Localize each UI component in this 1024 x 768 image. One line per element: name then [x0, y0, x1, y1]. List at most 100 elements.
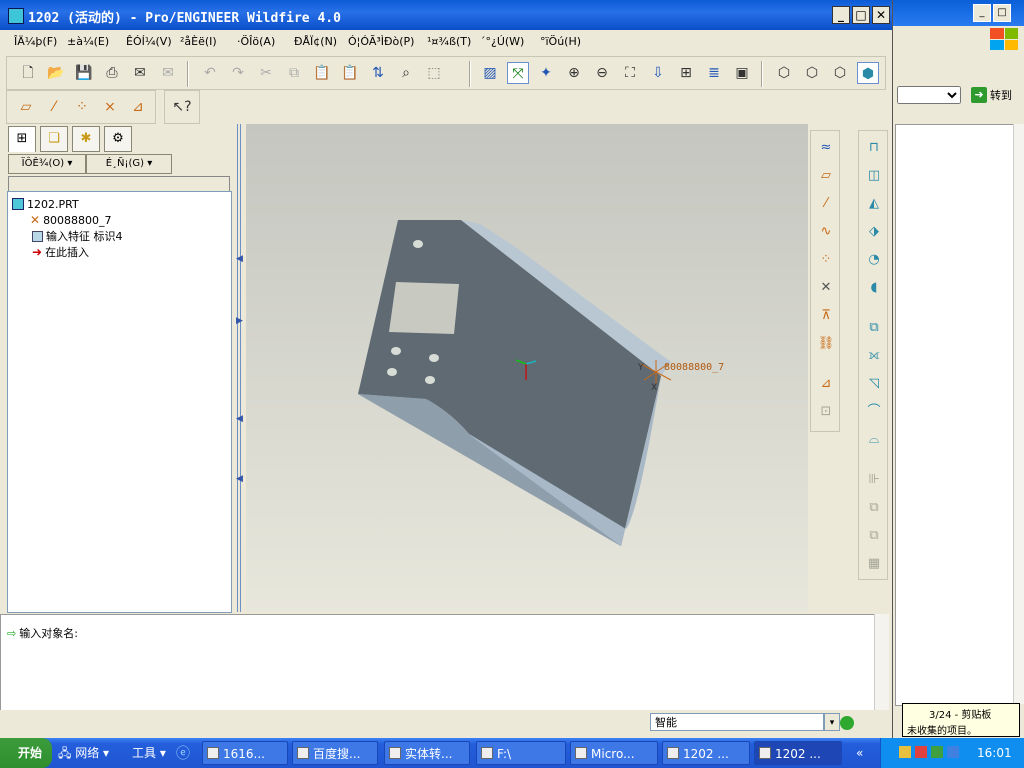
wireframe-icon[interactable]: ⬡ [773, 62, 795, 84]
tools-toolbar[interactable]: 工具 ▾ [132, 744, 166, 761]
taskbar-item-baidu[interactable]: 百度搜... [292, 741, 378, 765]
clock[interactable]: 16:01 [977, 746, 1012, 760]
browser-scrollbar[interactable] [1013, 124, 1024, 704]
hidden-line-icon[interactable]: ⬡ [801, 62, 823, 84]
print-icon[interactable]: ⎙ [101, 62, 123, 84]
plane-icon[interactable]: ▱ [815, 165, 837, 187]
offset-icon[interactable]: ⧉ [863, 317, 885, 339]
tree-item-part[interactable]: 1202.PRT [12, 196, 79, 212]
tray-icon[interactable] [915, 746, 927, 758]
menu-view[interactable]: ÊÓÍ¼(V) [126, 35, 172, 48]
tab-connections-icon[interactable]: ⚙ [104, 126, 132, 152]
select-box-icon[interactable]: ⬚ [423, 62, 445, 84]
layers-icon[interactable]: ≣ [703, 62, 725, 84]
sketched-curve-icon[interactable]: ≈ [815, 137, 837, 159]
background-minimize-button[interactable]: _ [973, 4, 991, 22]
taskbar-item-solid[interactable]: 实体转... [384, 741, 470, 765]
chain-icon[interactable]: ⛓ [815, 333, 837, 355]
ie-quicklaunch-icon[interactable]: ⓔ [176, 743, 190, 763]
datum-csys-icon[interactable]: ⨯ [99, 96, 121, 118]
menu-window[interactable]: ´°¿Ú(W) [480, 35, 524, 48]
curve-icon[interactable]: ∿ [815, 221, 837, 243]
cut-icon[interactable]: ✂ [255, 62, 277, 84]
taskbar-item-1202-a[interactable]: 1202 ... [662, 741, 750, 765]
graphics-viewport[interactable]: 80088800_7 Y X [246, 124, 808, 612]
merge-gray-icon[interactable]: ⧉ [863, 497, 885, 519]
minimize-button[interactable]: _ [832, 6, 850, 24]
flat-icon[interactable]: ◫ [863, 165, 885, 187]
shading-icon[interactable]: ⬢ [857, 62, 879, 84]
tray-icon[interactable] [931, 746, 943, 758]
repaint-icon[interactable]: ▨ [479, 62, 501, 84]
csys-icon[interactable]: ✕ [815, 277, 837, 299]
tree-item-import-feature[interactable]: 输入特征 标识4 [32, 228, 123, 244]
new-icon[interactable]: 🗋 [17, 62, 39, 84]
paste-icon[interactable]: 📋 [311, 62, 333, 84]
find-icon[interactable]: ⌕ [395, 62, 417, 84]
datum-axis-icon[interactable]: ⁄ [43, 96, 65, 118]
menu-help[interactable]: °ïÖú(H) [540, 35, 581, 48]
taskbar-item-microsoft[interactable]: Micro... [570, 741, 658, 765]
wall-icon[interactable]: ⊓ [863, 137, 885, 159]
rip-icon[interactable]: ⟗ [863, 345, 885, 367]
maximize-button[interactable]: □ [852, 6, 870, 24]
tree-item-insert-here[interactable]: ➜ 在此插入 [32, 244, 89, 260]
save-icon[interactable]: 💾 [73, 62, 95, 84]
extrude-icon[interactable]: ⬗ [863, 221, 885, 243]
selection-filter-dropdown[interactable]: 智能 [650, 713, 824, 731]
menu-analysis[interactable]: ·ÖÎö(A) [237, 35, 275, 48]
flatten-icon[interactable]: ⌓ [863, 429, 885, 451]
tab-model-tree-icon[interactable]: ⊞ [8, 126, 36, 152]
menu-edit[interactable]: ±à¼­(E) [67, 35, 109, 48]
background-maximize-button[interactable]: □ [993, 4, 1011, 22]
menu-tools[interactable]: ¹¤¾ß(T) [427, 35, 471, 48]
redo-icon[interactable]: ↷ [227, 62, 249, 84]
undo-icon[interactable]: ↶ [199, 62, 221, 84]
collapse-arrow-icon[interactable]: ◀ [236, 254, 243, 264]
email-link-icon[interactable]: ✉ [157, 62, 179, 84]
copy-icon[interactable]: ⧉ [283, 62, 305, 84]
view-manager-icon[interactable]: ▣ [731, 62, 753, 84]
collapse-arrow-icon[interactable]: ◀ [236, 414, 243, 424]
taskbar-item-1616[interactable]: 1616... [202, 741, 288, 765]
menu-applications[interactable]: Ó¦ÓÃ³ÌÐò(P) [348, 35, 414, 48]
form-icon[interactable]: ⌒ [863, 401, 885, 423]
menu-file[interactable]: ÎÄ¼þ(F) [14, 35, 57, 48]
address-dropdown[interactable] [897, 86, 961, 104]
tab-favorites-icon[interactable]: ✱ [72, 126, 100, 152]
close-button[interactable]: ✕ [872, 6, 890, 24]
tag-icon[interactable]: ⊿ [815, 373, 837, 395]
regenerate-icon[interactable]: ⇅ [367, 62, 389, 84]
email-icon[interactable]: ✉ [129, 62, 151, 84]
saved-views-icon[interactable]: ⊞ [675, 62, 697, 84]
mirror-gray-icon[interactable]: ⊪ [863, 469, 885, 491]
datum-plane-icon[interactable]: ▱ [15, 96, 37, 118]
tree-search-box[interactable] [8, 176, 230, 192]
refit-icon[interactable]: ⛶ [619, 62, 641, 84]
menu-info[interactable]: ÐÅÏ¢(N) [294, 35, 337, 48]
zoom-out-icon[interactable]: ⊖ [591, 62, 613, 84]
paste-special-icon[interactable]: 📋 [339, 62, 361, 84]
bend-icon[interactable]: ◔ [863, 249, 885, 271]
collapse-arrow-icon[interactable]: ◀ [236, 474, 243, 484]
analysis-icon[interactable]: ⊼ [815, 305, 837, 327]
tray-icon[interactable] [947, 746, 959, 758]
network-toolbar[interactable]: 🖧 网络 ▾ [58, 744, 109, 765]
pattern-gray-icon[interactable]: ▦ [863, 553, 885, 575]
open-icon[interactable]: 📂 [45, 62, 67, 84]
display-dropdown[interactable]: ÏÔÊ¾(O) ▾ [8, 154, 86, 174]
menu-insert[interactable]: ²åÈë(I) [180, 35, 217, 48]
orient-mode-icon[interactable]: ✦ [535, 62, 557, 84]
filter-dropdown[interactable]: É¸Ñ¡(G) ▾ [86, 154, 172, 174]
no-hidden-icon[interactable]: ⬡ [829, 62, 851, 84]
trim-gray-icon[interactable]: ⧉ [863, 525, 885, 547]
start-button[interactable]: 开始 [0, 738, 52, 768]
tree-item-csys[interactable]: ✕ 80088800_7 [30, 212, 112, 228]
datum-point-icon[interactable]: ⁘ [71, 96, 93, 118]
spin-center-icon[interactable]: ⤧ [507, 62, 529, 84]
axis-icon[interactable]: ⁄ [815, 193, 837, 215]
taskbar-overflow-icon[interactable]: « [856, 746, 863, 760]
go-button[interactable]: ➜ 转到 [971, 86, 1012, 104]
expand-arrow-icon[interactable]: ▶ [236, 316, 243, 326]
context-help-icon[interactable]: ↖? [171, 96, 193, 118]
